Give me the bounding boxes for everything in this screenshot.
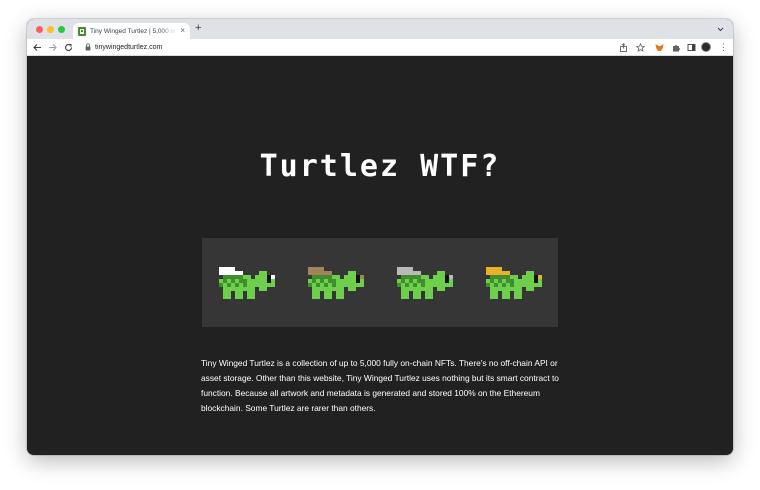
tab-title: Tiny Winged Turtlez | 5,000 small winged… [90,27,178,35]
window-controls [36,26,65,33]
minimize-window-button[interactable] [47,26,54,33]
share-icon[interactable] [619,43,628,52]
browser-window: Tiny Winged Turtlez | 5,000 small winged… [27,19,733,455]
turtle-favicon-icon [78,26,86,36]
tab-strip: Tiny Winged Turtlez | 5,000 small winged… [27,19,733,39]
tab-close-icon[interactable]: × [180,27,185,35]
browser-toolbar: tinywingedturtlez.com ⋮ [27,39,733,56]
forward-arrow-icon[interactable] [48,43,57,52]
browser-menu-icon[interactable]: ⋮ [719,42,728,52]
maximize-window-button[interactable] [58,26,65,33]
close-window-button[interactable] [36,26,43,33]
address-bar[interactable]: tinywingedturtlez.com [95,43,162,52]
lock-icon[interactable] [85,43,91,51]
turtle-image [308,267,364,299]
reload-icon[interactable] [64,43,73,52]
side-panel-icon[interactable] [687,43,696,52]
page-viewport: Turtlez WTF? Tiny Winged Turtlez is a co… [27,57,733,455]
profile-avatar[interactable] [701,42,711,52]
turtle-image [397,267,453,299]
new-tab-button[interactable]: + [195,23,201,34]
metamask-fox-icon[interactable] [655,43,664,52]
page-title: Turtlez WTF? [259,149,501,184]
back-arrow-icon[interactable] [33,43,42,52]
turtle-image [219,267,275,299]
collection-description: Tiny Winged Turtlez is a collection of u… [201,358,559,413]
turtle-image [486,267,542,299]
bookmark-star-icon[interactable] [636,43,645,52]
extensions-puzzle-icon[interactable] [672,43,681,52]
browser-tab[interactable]: Tiny Winged Turtlez | 5,000 small winged… [73,23,190,39]
tab-search-chevron-icon[interactable] [717,26,724,33]
turtle-showcase [202,238,558,327]
